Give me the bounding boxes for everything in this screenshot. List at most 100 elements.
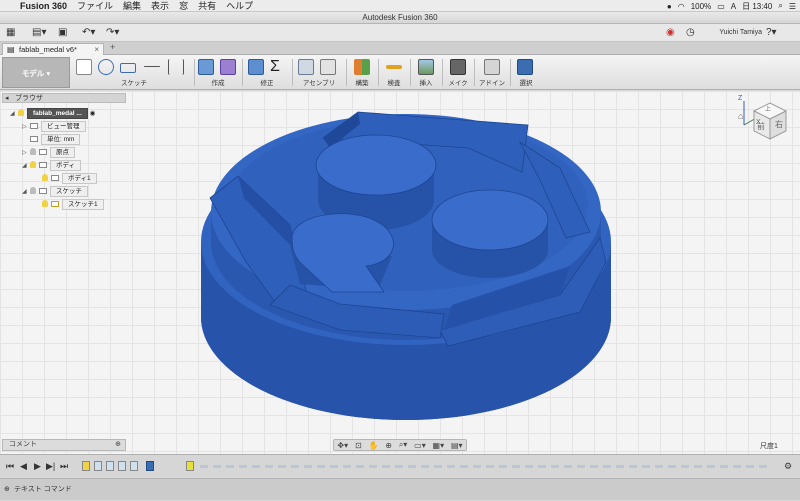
group-make[interactable]: メイク <box>444 57 472 88</box>
sigma-parameters-icon[interactable]: Σ <box>270 59 286 75</box>
form-icon[interactable] <box>220 59 236 75</box>
offset-plane-icon[interactable] <box>354 59 370 75</box>
lightbulb-icon[interactable] <box>42 200 48 207</box>
file-menu-icon[interactable]: ▤▾ <box>32 26 46 40</box>
zoom-window-icon[interactable]: ⌕▾ <box>399 440 408 450</box>
canvas-viewport[interactable]: ◂ ブラウザ ◢ fablab_medal ... ◉ ▷ ビュー管理 単位: mm… <box>0 91 800 454</box>
browser-item-bodies[interactable]: ◢ ボディ <box>22 160 82 172</box>
browser-header[interactable]: ◂ ブラウザ <box>2 93 126 103</box>
comments-panel[interactable]: コメント ⊕ <box>2 439 126 451</box>
group-addins[interactable]: アドイン <box>476 57 508 88</box>
menu-view[interactable]: 表示 <box>151 0 169 12</box>
rectangle-icon[interactable] <box>120 63 136 73</box>
new-component-icon[interactable] <box>298 59 314 75</box>
wifi-icon[interactable]: ◠ <box>678 2 685 11</box>
job-status-icon[interactable]: ◷ <box>686 26 695 40</box>
undo-icon[interactable]: ↶▾ <box>82 26 95 40</box>
workspace-switcher[interactable]: モデル ▾ <box>2 57 70 88</box>
input-method[interactable]: A <box>731 2 736 11</box>
timeline-feature[interactable] <box>106 461 114 471</box>
battery-icon[interactable]: ▭ <box>717 2 725 11</box>
home-view-icon[interactable]: ⌂ <box>738 111 743 121</box>
menu-share[interactable]: 共有 <box>198 0 216 12</box>
spline-icon[interactable] <box>98 59 114 75</box>
create-sketch-icon[interactable] <box>76 59 92 75</box>
group-insert[interactable]: 挿入 <box>412 57 440 88</box>
lightbulb-icon[interactable] <box>42 174 48 181</box>
group-select[interactable]: 選択 <box>512 57 540 88</box>
browser-item-body1[interactable]: ボディ1 <box>42 173 97 184</box>
user-account[interactable]: Yuichi Tamiya <box>719 27 762 39</box>
step-forward-icon[interactable]: ▶| <box>46 461 55 472</box>
orbit-icon[interactable]: ✥▾ <box>337 441 348 450</box>
text-command-bar[interactable]: ⊕ テキスト コマンド <box>0 478 800 500</box>
lightbulb-icon[interactable] <box>30 161 36 168</box>
scripts-addins-icon[interactable] <box>484 59 500 75</box>
group-sketch[interactable]: スケッチ <box>74 57 194 88</box>
browser-item-sketches[interactable]: ◢ スケッチ <box>22 186 88 197</box>
browser-item-sketch1[interactable]: スケッチ1 <box>42 199 104 210</box>
menu-help[interactable]: ヘルプ <box>226 0 253 12</box>
browser-item-units[interactable]: 単位: mm <box>30 134 81 145</box>
press-pull-icon[interactable] <box>248 59 264 75</box>
timeline-sketch-feature[interactable] <box>82 461 90 471</box>
collapse-triangle-icon[interactable]: ◢ <box>22 161 30 172</box>
lightbulb-icon[interactable] <box>30 148 36 155</box>
battery-percent[interactable]: 100% <box>691 2 711 11</box>
insert-image-icon[interactable] <box>418 59 434 75</box>
timeline-sketch-feature[interactable] <box>186 461 194 471</box>
measure-icon[interactable] <box>386 65 402 69</box>
group-construct[interactable]: 構築 <box>348 57 376 88</box>
new-tab-icon[interactable]: + <box>110 42 115 52</box>
play-icon[interactable]: ▶ <box>34 461 41 472</box>
search-icon[interactable]: ⌕ <box>778 1 782 11</box>
grid-settings-icon[interactable]: ▦▾ <box>433 441 445 450</box>
lightbulb-icon[interactable] <box>18 109 24 116</box>
app-menu[interactable]: Fusion 360 <box>20 0 67 12</box>
document-tab[interactable]: ▤ fablab_medal v6* × <box>2 43 104 55</box>
expand-icon[interactable]: ⊕ <box>4 479 10 501</box>
extrude-icon[interactable] <box>198 59 214 75</box>
group-inspect[interactable]: 検査 <box>380 57 408 88</box>
viewports-icon[interactable]: ▤▾ <box>451 441 463 450</box>
group-assemble[interactable]: アセンブリ <box>294 57 344 88</box>
zoom-icon[interactable]: ⊕ <box>385 441 392 450</box>
timeline-settings-gear-icon[interactable]: ⚙ <box>784 461 792 472</box>
save-icon[interactable]: ▣ <box>58 26 67 40</box>
menu-window[interactable]: 窓 <box>179 0 188 12</box>
lightbulb-icon[interactable] <box>30 187 36 194</box>
browser-item-named-views[interactable]: ▷ ビュー管理 <box>22 121 86 132</box>
record-icon[interactable]: ◉ <box>666 26 675 40</box>
go-to-end-icon[interactable]: ⏭ <box>60 461 68 472</box>
notification-icon[interactable]: ☰ <box>789 2 796 11</box>
pan-icon[interactable]: ✋ <box>368 441 378 450</box>
close-tab-icon[interactable]: × <box>94 44 99 55</box>
redo-icon[interactable]: ↷▾ <box>106 26 119 40</box>
view-cube-front[interactable]: 前 <box>757 121 765 132</box>
add-comment-icon[interactable]: ⊕ <box>115 440 121 450</box>
radio-active-icon[interactable]: ◉ <box>90 110 96 117</box>
group-modify[interactable]: Σ 修正 <box>244 57 290 88</box>
timeline-feature[interactable] <box>94 461 102 471</box>
group-create[interactable]: 作成 <box>196 57 240 88</box>
browser-root[interactable]: ◢ fablab_medal ... ◉ <box>10 108 95 119</box>
view-cube-top[interactable]: 上 <box>765 104 771 113</box>
view-cube[interactable]: Z X 上 前 右 ⌂ <box>736 91 792 151</box>
collapse-triangle-icon[interactable]: ◢ <box>22 187 30 198</box>
joint-icon[interactable] <box>320 59 336 75</box>
line-icon[interactable] <box>144 66 160 67</box>
select-cursor-icon[interactable] <box>517 59 533 75</box>
record-status-icon[interactable]: ● <box>667 2 672 11</box>
timeline-marker[interactable] <box>146 461 154 471</box>
clock[interactable]: 日 13:40 <box>742 1 772 12</box>
help-icon[interactable]: ?▾ <box>766 26 777 40</box>
expand-triangle-icon[interactable]: ▷ <box>22 122 30 133</box>
view-cube-right[interactable]: 右 <box>775 119 783 130</box>
look-at-icon[interactable]: ⊡ <box>355 441 362 450</box>
timeline-feature[interactable] <box>118 461 126 471</box>
menu-edit[interactable]: 編集 <box>123 0 141 12</box>
browser-item-origin[interactable]: ▷ 原点 <box>22 147 75 158</box>
menu-file[interactable]: ファイル <box>77 0 113 12</box>
collapse-triangle-icon[interactable]: ◢ <box>10 109 18 120</box>
timeline-features-rest[interactable] <box>200 465 770 468</box>
